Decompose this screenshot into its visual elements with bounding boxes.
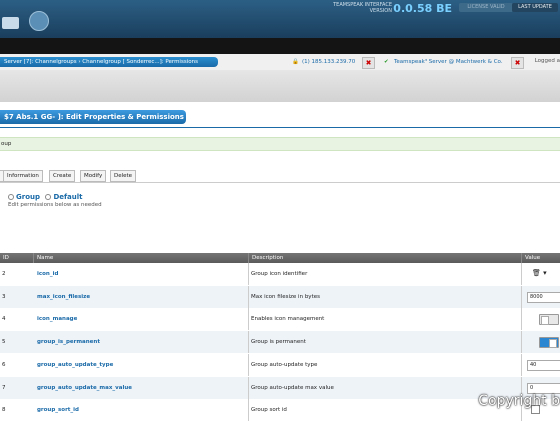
gray-spacer-bar (0, 70, 560, 102)
version-number: 0.0.58 BE (393, 2, 452, 15)
permission-name[interactable]: max_icon_filesize (37, 286, 242, 308)
group-radio[interactable] (8, 194, 14, 200)
value-input[interactable]: 8000 (527, 291, 560, 303)
version-word: VERSION (369, 8, 392, 14)
table-row: 7 group_auto_update_max_value Group auto-u… (0, 376, 560, 399)
row-id: 6 (2, 361, 6, 368)
row-id: 7 (2, 384, 6, 391)
default-option-label[interactable]: Default (53, 193, 82, 201)
close-server-button[interactable]: ✖ (511, 57, 524, 69)
permission-name[interactable]: group_auto_update_type (37, 354, 242, 376)
page-title: $7 Abs.1 GG- ]: Edit Properties & Permis… (0, 110, 186, 124)
group-type-selector: Group Default (8, 193, 83, 201)
row-id: 3 (2, 293, 6, 300)
copyright-watermark: Copyright b (478, 393, 560, 409)
server-ip[interactable]: (1) 185.133.239.70 (302, 58, 355, 66)
permission-value-cell: 8000 (521, 285, 560, 308)
header-value[interactable]: Value (521, 253, 540, 263)
tab-modify[interactable]: Modify (80, 170, 107, 182)
logged-as-label: Logged a (534, 58, 560, 64)
value-input[interactable]: 0 (527, 382, 560, 394)
table-row: 2 icon_id Group icon identifier 🗑 ▾ (0, 263, 560, 285)
info-message: oup (0, 137, 560, 151)
table-row: 4 icon_manage Enables icon management (0, 308, 560, 331)
table-row: 3 max_icon_filesize Max icon filesize in b… (0, 285, 560, 308)
check-icon: ✔ (384, 59, 389, 65)
permission-description: Enables icon management (248, 308, 523, 331)
permission-value-cell (521, 331, 560, 354)
permission-value-cell (521, 308, 560, 331)
table-row: 5 group_is_permanent Group is permanent (0, 331, 560, 354)
permission-name[interactable]: group_sort_id (37, 399, 242, 421)
default-radio[interactable] (45, 194, 52, 200)
globe-icon[interactable] (29, 11, 49, 31)
table-row: 6 group_auto_update_type Group auto-update… (0, 353, 560, 376)
close-server-ip-button[interactable]: ✖ (362, 57, 375, 69)
permission-description: Group auto-update type (248, 353, 523, 376)
tab-underline (0, 182, 560, 183)
header-id[interactable]: ID (0, 253, 9, 263)
top-header: TEAMSPEAK INTERFACE VERSION 0.0.58 BE LI… (0, 0, 560, 38)
nav-row: Server [7]: Channelgroups › Channelgroup… (0, 54, 560, 71)
permission-value-cell: 🗑 ▾ (521, 263, 560, 285)
group-option-label[interactable]: Group (16, 193, 40, 201)
dark-menu-bar (0, 38, 560, 54)
tab-information[interactable]: Information (3, 170, 43, 182)
breadcrumb[interactable]: Server [7]: Channelgroups › Channelgroup… (0, 57, 218, 67)
server-lock-icon: 🔒 (292, 59, 299, 65)
permission-name[interactable]: group_auto_update_max_value (37, 377, 242, 399)
value-toggle[interactable] (539, 314, 559, 326)
tab-delete[interactable]: Delete (110, 170, 137, 182)
trash-icon[interactable]: 🗑 ▾ (532, 269, 560, 278)
permission-description: Group is permanent (248, 331, 523, 354)
table-row: 8 group_sort_id Group sort id (0, 399, 560, 421)
permission-value-cell: 40 (521, 353, 560, 376)
row-id: 4 (2, 316, 6, 323)
folder-icon[interactable] (2, 17, 19, 29)
subtext: Edit permissions below as needed (8, 202, 102, 208)
version-label: TEAMSPEAK INTERFACE VERSION (333, 2, 392, 14)
value-toggle[interactable] (539, 337, 559, 349)
table-header: ID Name Description Value (0, 253, 560, 263)
row-id: 2 (2, 271, 6, 277)
value-input[interactable]: 40 (527, 359, 560, 371)
row-id: 8 (2, 407, 6, 414)
permission-name[interactable]: icon_id (37, 263, 242, 285)
server-name[interactable]: Teamspeak³ Server @ Machtwerk & Co. (394, 58, 503, 66)
permission-name[interactable]: icon_manage (37, 308, 242, 330)
permission-description: Group icon identifier (248, 263, 523, 285)
permission-name[interactable]: group_is_permanent (37, 331, 242, 353)
header-description[interactable]: Description (248, 253, 283, 263)
tab-create[interactable]: Create (49, 170, 76, 182)
title-underline (0, 127, 560, 128)
header-name[interactable]: Name (33, 253, 53, 263)
row-id: 5 (2, 339, 6, 346)
last-update-button[interactable]: LAST UPDATE (512, 3, 558, 12)
permission-description: Max icon filesize in bytes (248, 285, 523, 308)
license-button[interactable]: LICENSE VALID (459, 3, 513, 12)
